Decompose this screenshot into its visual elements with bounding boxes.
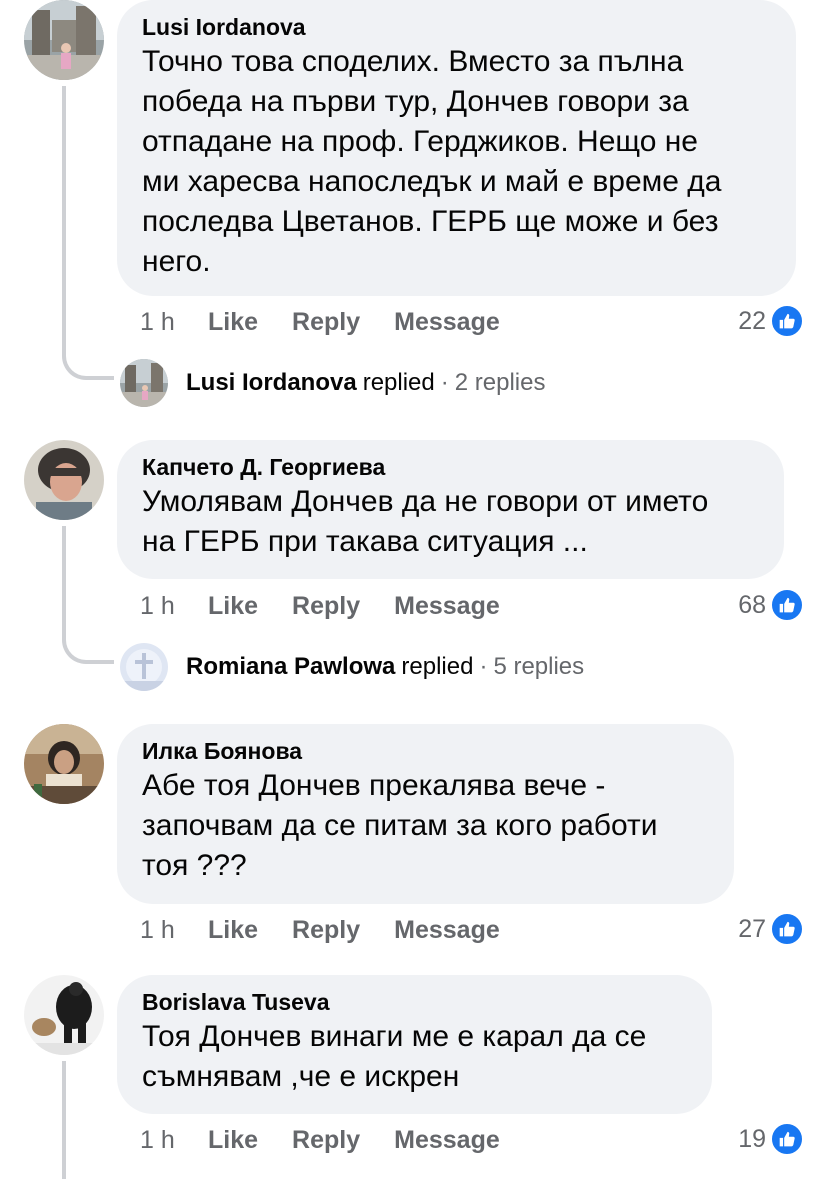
comment-actions: 1 h Like Reply Message <box>140 305 534 339</box>
comment-actions: 1 h Like Reply Message <box>140 913 534 947</box>
thumbs-up-icon <box>770 588 804 622</box>
separator-dot: · <box>440 369 449 396</box>
reply-button[interactable]: Reply <box>292 308 360 337</box>
comments-feed: Lusi Iordanova Точно това споделих. Вмес… <box>0 0 828 1179</box>
comment-text: Умолявам Дончев да не говори от името на… <box>142 485 709 558</box>
avatar[interactable] <box>24 975 104 1055</box>
comment-bubble: Илка Боянова Абе тоя Дончев прекалява ве… <box>117 724 734 904</box>
reply-button[interactable]: Reply <box>292 592 360 621</box>
reply-avatar <box>120 359 168 407</box>
comment-text: Абе тоя Дончев прекалява вече - започвам… <box>142 769 658 882</box>
reply-verb: replied <box>401 653 474 680</box>
avatar[interactable] <box>24 724 104 804</box>
like-button[interactable]: Like <box>208 1126 258 1155</box>
comment-bubble: Borislava Tuseva Тоя Дончев винаги ме е … <box>117 975 712 1114</box>
reaction-count: 27 <box>738 914 766 943</box>
comment-author[interactable]: Borislava Tuseva <box>142 987 686 1017</box>
reply-button[interactable]: Reply <box>292 1126 360 1155</box>
comment-time[interactable]: 1 h <box>140 916 208 945</box>
reaction-summary[interactable]: 19 <box>738 1122 804 1156</box>
comment-author[interactable]: Lusi Iordanova <box>142 12 770 42</box>
reply-count: 5 replies <box>493 653 585 680</box>
reply-verb: replied <box>362 369 435 396</box>
comment-time[interactable]: 1 h <box>140 1126 208 1155</box>
like-button[interactable]: Like <box>208 308 258 337</box>
message-button[interactable]: Message <box>394 916 500 945</box>
view-replies-link[interactable]: Romiana Pawlowa replied · 5 replies <box>120 643 584 691</box>
reaction-count: 68 <box>738 590 766 619</box>
message-button[interactable]: Message <box>394 308 500 337</box>
thumbs-up-icon <box>770 912 804 946</box>
comment-actions: 1 h Like Reply Message <box>140 1123 534 1157</box>
thread-connector <box>62 356 114 380</box>
reaction-summary[interactable]: 68 <box>738 588 804 622</box>
thread-connector <box>62 640 114 664</box>
comment-bubble: Lusi Iordanova Точно това споделих. Вмес… <box>117 0 796 296</box>
thread-line <box>62 86 66 356</box>
reply-count: 2 replies <box>454 369 546 396</box>
thread-line <box>62 1061 66 1179</box>
reply-button[interactable]: Reply <box>292 916 360 945</box>
comment-time[interactable]: 1 h <box>140 592 208 621</box>
thumbs-up-icon <box>770 1122 804 1156</box>
thread-line <box>62 526 66 640</box>
comment-text: Точно това споделих. Вместо за пълна поб… <box>142 45 722 278</box>
reaction-summary[interactable]: 27 <box>738 912 804 946</box>
thumbs-up-icon <box>770 304 804 338</box>
comment-text: Тоя Дончев винаги ме е карал да се съмня… <box>142 1020 647 1093</box>
avatar[interactable] <box>24 0 104 80</box>
message-button[interactable]: Message <box>394 1126 500 1155</box>
comment-author[interactable]: Илка Боянова <box>142 736 708 766</box>
comment-actions: 1 h Like Reply Message <box>140 589 534 623</box>
reaction-count: 19 <box>738 1124 766 1153</box>
like-button[interactable]: Like <box>208 592 258 621</box>
comment-time[interactable]: 1 h <box>140 308 208 337</box>
separator-dot: · <box>479 653 488 680</box>
view-replies-link[interactable]: Lusi Iordanova replied · 2 replies <box>120 359 545 407</box>
like-button[interactable]: Like <box>208 916 258 945</box>
reaction-count: 22 <box>738 306 766 335</box>
reply-avatar <box>120 643 168 691</box>
reaction-summary[interactable]: 22 <box>738 304 804 338</box>
comment-bubble: Капчето Д. Георгиева Умолявам Дончев да … <box>117 440 784 579</box>
message-button[interactable]: Message <box>394 592 500 621</box>
comment-author[interactable]: Капчето Д. Георгиева <box>142 452 758 482</box>
reply-author: Romiana Pawlowa <box>186 653 396 680</box>
avatar[interactable] <box>24 440 104 520</box>
reply-author: Lusi Iordanova <box>186 369 357 396</box>
